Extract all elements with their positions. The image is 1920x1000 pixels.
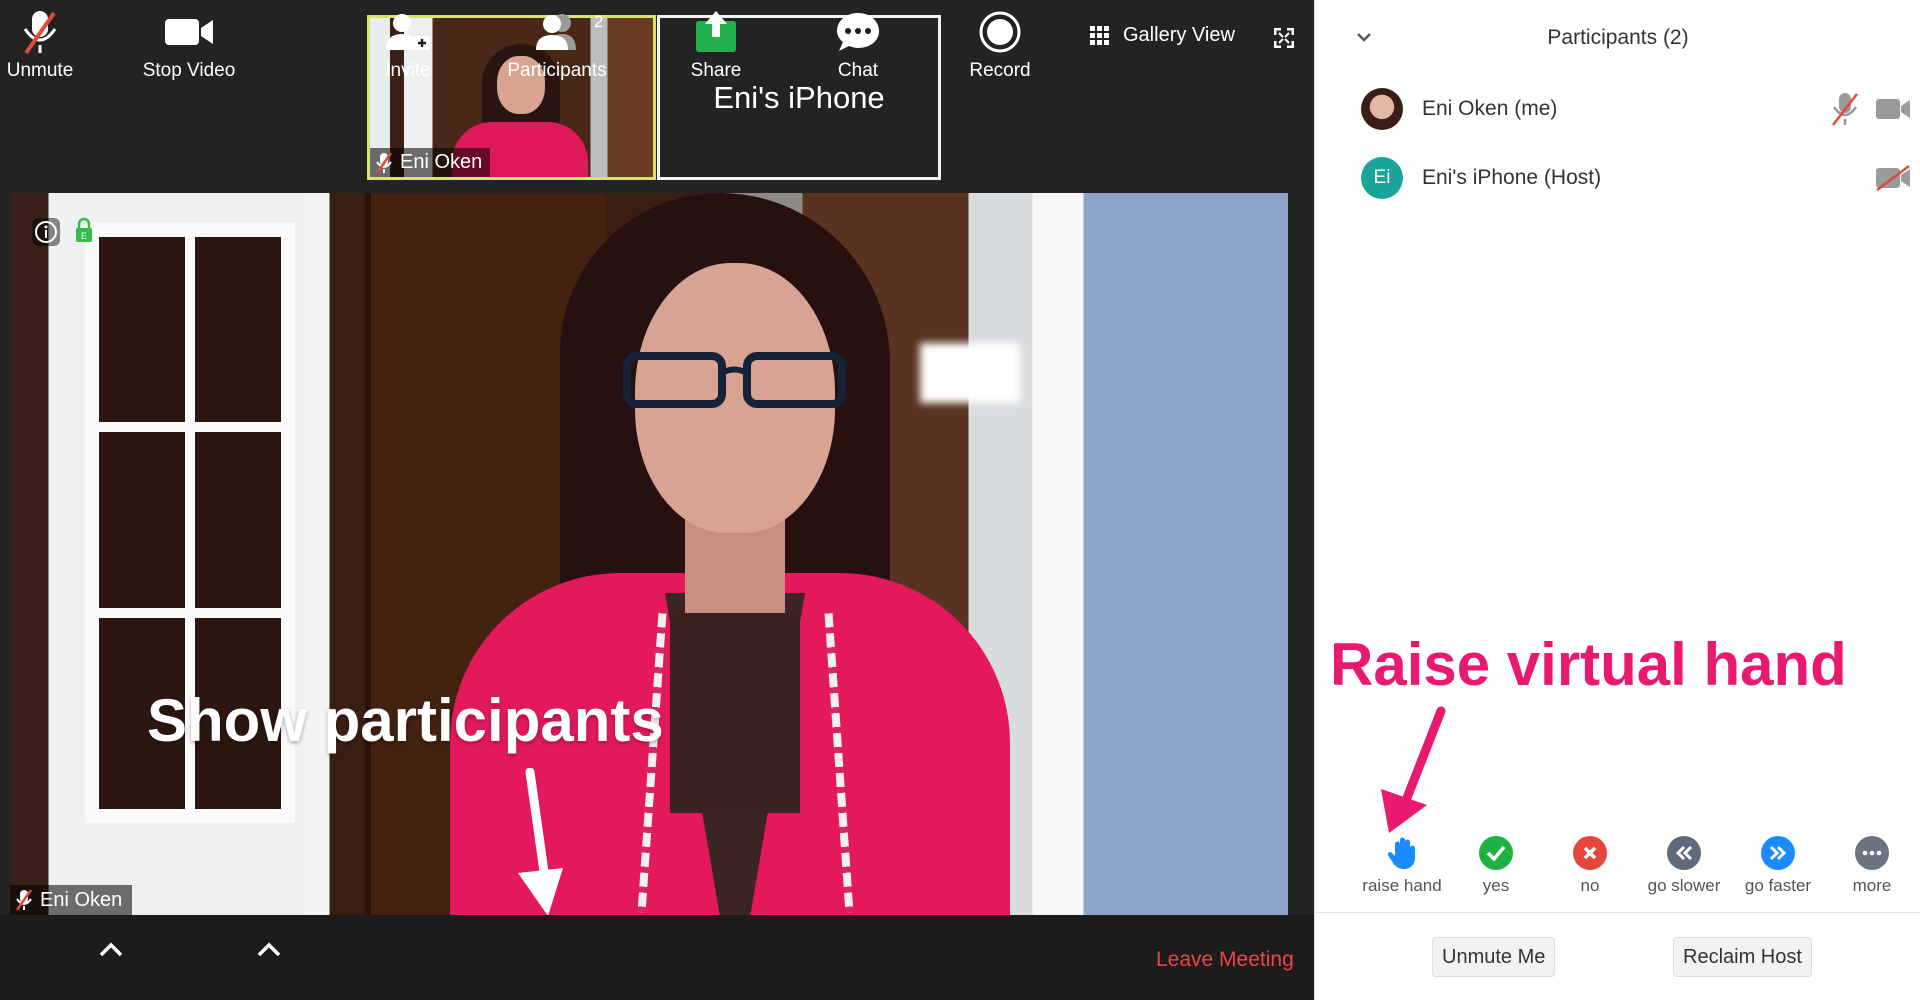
- self-thumbnail-name: Eni Oken: [400, 151, 483, 173]
- invite-label: Invite: [385, 60, 431, 81]
- leave-meeting-button[interactable]: Leave Meeting: [1156, 948, 1294, 972]
- chat-bubble-icon: [837, 13, 879, 51]
- muted-mic-icon: [16, 889, 32, 911]
- record-icon: [979, 11, 1021, 53]
- go-faster-label: go faster: [1744, 876, 1812, 895]
- unmute-me-button[interactable]: Unmute Me: [1432, 937, 1556, 977]
- go-slower-button[interactable]: go slower: [1637, 832, 1731, 896]
- unmute-button[interactable]: Unmute: [0, 0, 80, 85]
- invite-button[interactable]: Invite: [368, 0, 448, 85]
- participants-panel-header: Participants (2): [1315, 0, 1920, 80]
- check-icon: [1479, 836, 1513, 870]
- main-video-name-tag: Eni Oken: [10, 885, 133, 915]
- audio-options-caret-icon[interactable]: [97, 940, 125, 960]
- meeting-area: Eni Oken Eni's iPhone Gallery View E Eni…: [0, 0, 1314, 1000]
- chat-button[interactable]: Chat: [818, 0, 898, 85]
- panel-divider: [1314, 912, 1920, 913]
- video-options-caret-icon[interactable]: [255, 940, 283, 960]
- gallery-view-button[interactable]: Gallery View: [1090, 24, 1235, 47]
- yes-label: yes: [1482, 876, 1510, 895]
- gallery-view-label: Gallery View: [1123, 24, 1235, 46]
- svg-text:E: E: [81, 231, 87, 241]
- participant-name: Eni Oken (me): [1422, 97, 1558, 120]
- rewind-icon: [1667, 836, 1701, 870]
- no-label: no: [1580, 876, 1600, 895]
- self-thumbnail-name-tag: Eni Oken: [370, 148, 491, 177]
- video-camera-icon: [165, 19, 213, 45]
- add-user-icon: [386, 14, 430, 50]
- unmute-label: Unmute: [6, 60, 74, 81]
- participants-count-badge: 2: [594, 12, 604, 31]
- stop-video-label: Stop Video: [142, 60, 236, 81]
- reactions-bar: raise hand yes no go slower go faster mo…: [1314, 832, 1920, 912]
- fast-forward-icon: [1761, 836, 1795, 870]
- muted-mic-icon: [376, 151, 392, 174]
- avatar: Ei: [1361, 157, 1403, 199]
- raise-hand-label: raise hand: [1362, 876, 1442, 895]
- participant-row[interactable]: Eni Oken (me): [1315, 80, 1920, 138]
- video-camera-icon[interactable]: [1875, 96, 1911, 122]
- share-button[interactable]: Share: [676, 0, 756, 85]
- pink-arrow-annotation: [1381, 706, 1446, 833]
- hand-icon: [1385, 836, 1419, 870]
- show-participants-annotation: Show participants: [147, 687, 664, 754]
- participants-icon: [536, 14, 576, 50]
- share-label: Share: [690, 60, 742, 81]
- participants-label: Participants: [507, 60, 607, 81]
- participants-panel-title: Participants (2): [1547, 26, 1689, 49]
- main-video: [10, 193, 1288, 915]
- fullscreen-icon[interactable]: [1274, 28, 1294, 48]
- participants-button[interactable]: 2 Participants: [497, 0, 617, 85]
- x-icon: [1573, 836, 1607, 870]
- more-label: more: [1852, 876, 1892, 895]
- chat-label: Chat: [837, 60, 879, 81]
- participant-row[interactable]: Ei Eni's iPhone (Host): [1315, 149, 1920, 207]
- meeting-toolbar: [0, 915, 1314, 1000]
- white-arrow-annotation: [518, 768, 563, 916]
- record-button[interactable]: Record: [958, 0, 1042, 85]
- stop-video-button[interactable]: Stop Video: [130, 0, 248, 85]
- reclaim-host-button[interactable]: Reclaim Host: [1673, 937, 1812, 977]
- muted-mic-icon[interactable]: [1830, 91, 1860, 127]
- go-slower-label: go slower: [1647, 876, 1721, 895]
- raise-hand-button[interactable]: raise hand: [1355, 832, 1449, 896]
- participant-name: Eni's iPhone (Host): [1422, 166, 1602, 189]
- yes-button[interactable]: yes: [1449, 832, 1543, 896]
- no-button[interactable]: no: [1543, 832, 1637, 896]
- raise-hand-annotation: Raise virtual hand: [1330, 631, 1847, 698]
- info-icon[interactable]: [32, 218, 60, 246]
- encryption-lock-icon[interactable]: E: [74, 217, 94, 243]
- muted-mic-icon: [23, 11, 57, 55]
- grid-icon: [1090, 26, 1109, 45]
- share-screen-icon: [696, 11, 736, 52]
- more-button[interactable]: more: [1825, 832, 1919, 896]
- record-label: Record: [969, 60, 1031, 81]
- ellipsis-icon: [1855, 836, 1889, 870]
- main-video-name: Eni Oken: [40, 888, 123, 911]
- avatar: [1361, 88, 1403, 130]
- video-off-icon[interactable]: [1875, 165, 1911, 191]
- go-faster-button[interactable]: go faster: [1731, 832, 1825, 896]
